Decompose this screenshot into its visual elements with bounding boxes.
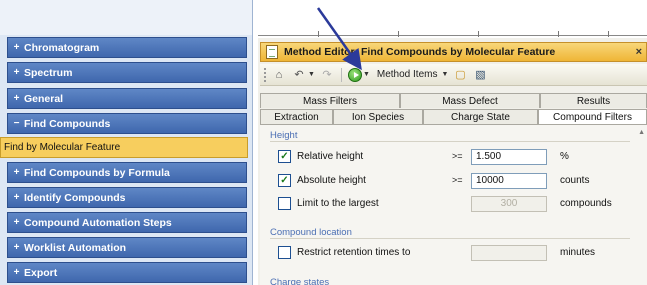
section-divider xyxy=(270,141,630,142)
chevron-down-icon[interactable]: ▼ xyxy=(441,71,448,78)
limit-largest-input[interactable]: 300 xyxy=(471,196,547,212)
restrict-rt-label: Restrict retention times to xyxy=(297,247,411,258)
tab-mass-filters[interactable]: Mass Filters xyxy=(260,93,400,108)
section-title-compound-location: Compound location xyxy=(270,227,352,238)
nav-item-find-compounds[interactable]: − Find Compounds xyxy=(7,113,247,134)
expand-icon: + xyxy=(13,192,20,203)
collapse-icon: − xyxy=(13,118,20,129)
tab-mass-defect[interactable]: Mass Defect xyxy=(400,93,540,108)
tab-charge-state[interactable]: Charge State xyxy=(423,109,538,124)
method-items-menu[interactable]: Method Items xyxy=(374,69,441,80)
expand-icon: + xyxy=(13,42,20,53)
tab-compound-filters[interactable]: Compound Filters xyxy=(538,109,647,124)
nav-item-label: Identify Compounds xyxy=(24,191,126,204)
restrict-rt-input[interactable] xyxy=(471,245,547,261)
open-folder-icon[interactable]: ▢ xyxy=(452,67,468,83)
tab-results[interactable]: Results xyxy=(540,93,647,108)
relative-height-row: ✓ Relative height >= 1.500 % xyxy=(278,149,638,165)
ruler-tick xyxy=(318,31,319,37)
home-icon[interactable]: ⌂ xyxy=(271,67,287,83)
background-strip xyxy=(258,0,647,38)
nav-item-export[interactable]: + Export xyxy=(7,262,247,283)
absolute-height-checkbox[interactable]: ✓ xyxy=(278,174,291,187)
absolute-height-label: Absolute height xyxy=(297,175,366,186)
window-title: Method Editor: Find Compounds by Molecul… xyxy=(284,46,556,58)
nav-item-label: Worklist Automation xyxy=(24,241,127,254)
section-title-charge-states: Charge states xyxy=(270,277,330,285)
expand-icon: + xyxy=(13,267,20,278)
close-icon[interactable]: × xyxy=(636,46,642,58)
expand-icon: + xyxy=(13,93,20,104)
ruler-tick xyxy=(478,31,479,37)
nav-item-find-compounds-by-formula[interactable]: + Find Compounds by Formula xyxy=(7,162,247,183)
expand-icon: + xyxy=(13,217,20,228)
nav-subitem-find-by-molecular-feature[interactable]: Find by Molecular Feature xyxy=(0,137,248,158)
nav-item-label: Chromatogram xyxy=(24,41,100,54)
relative-height-label: Relative height xyxy=(297,151,364,162)
operator-label: >= xyxy=(452,175,463,185)
tab-row-1: Mass Filters Mass Defect Results xyxy=(260,93,647,108)
tab-ion-species[interactable]: Ion Species xyxy=(333,109,423,124)
expand-icon: + xyxy=(13,167,20,178)
ruler-line xyxy=(258,35,647,38)
nav-item-general[interactable]: + General xyxy=(7,88,247,109)
method-toolbar: ⌂ ↶ ▼ ↷ ▼ Method Items ▼ ▢ ▧ xyxy=(260,64,647,86)
nav-item-identify-compounds[interactable]: + Identify Compounds xyxy=(7,187,247,208)
redo-icon[interactable]: ↷ xyxy=(319,67,335,83)
unit-label: minutes xyxy=(560,247,596,258)
nav-item-compound-automation-steps[interactable]: + Compound Automation Steps xyxy=(7,212,247,233)
restrict-rt-checkbox[interactable] xyxy=(278,246,291,259)
unit-label: compounds xyxy=(560,198,612,209)
save-icon[interactable]: ▧ xyxy=(472,67,488,83)
limit-largest-label: Limit to the largest xyxy=(297,198,379,209)
unit-label: % xyxy=(560,151,569,162)
toolbar-separator xyxy=(340,67,342,82)
relative-height-checkbox[interactable]: ✓ xyxy=(278,150,291,163)
nav-item-label: Find Compounds xyxy=(24,117,111,130)
expand-icon: + xyxy=(13,242,20,253)
method-editor-window: Method Editor: Find Compounds by Molecul… xyxy=(258,0,647,285)
limit-largest-checkbox[interactable] xyxy=(278,197,291,210)
operator-label: >= xyxy=(452,151,463,161)
relative-height-input[interactable]: 1.500 xyxy=(471,149,547,165)
ruler-tick xyxy=(608,31,609,37)
nav-item-spectrum[interactable]: + Spectrum xyxy=(7,62,247,83)
absolute-height-row: ✓ Absolute height >= 10000 counts xyxy=(278,173,638,189)
scroll-up-icon[interactable]: ▲ xyxy=(638,129,645,136)
document-icon xyxy=(266,45,278,59)
tab-extraction[interactable]: Extraction xyxy=(260,109,333,124)
nav-item-label: Export xyxy=(24,266,58,279)
limit-largest-row: Limit to the largest 300 compounds xyxy=(278,196,638,212)
section-title-height: Height xyxy=(270,130,298,141)
run-icon[interactable] xyxy=(347,67,362,82)
nav-item-label: Find Compounds by Formula xyxy=(24,166,170,179)
compound-filters-panel: ▲ Height ✓ Relative height >= 1.500 % ✓ … xyxy=(260,124,647,285)
nav-item-worklist-automation[interactable]: + Worklist Automation xyxy=(7,237,247,258)
section-divider xyxy=(270,238,630,239)
restrict-rt-row: Restrict retention times to minutes xyxy=(278,245,638,261)
expand-icon: + xyxy=(13,67,20,78)
toolbar-grip[interactable] xyxy=(264,67,267,82)
navigation-pane: + Chromatogram + Spectrum + General − Fi… xyxy=(0,0,253,285)
nav-item-chromatogram[interactable]: + Chromatogram xyxy=(7,37,247,58)
nav-header-area xyxy=(0,0,252,35)
nav-item-label: General xyxy=(24,92,64,105)
undo-icon[interactable]: ↶ xyxy=(291,67,307,83)
nav-item-label: Compound Automation Steps xyxy=(24,216,172,229)
nav-item-label: Spectrum xyxy=(24,66,73,79)
absolute-height-input[interactable]: 10000 xyxy=(471,173,547,189)
chevron-down-icon[interactable]: ▼ xyxy=(308,71,315,78)
ruler-tick xyxy=(558,31,559,37)
ruler-tick xyxy=(398,31,399,37)
unit-label: counts xyxy=(560,175,590,186)
window-titlebar[interactable]: Method Editor: Find Compounds by Molecul… xyxy=(260,42,647,62)
chevron-down-icon[interactable]: ▼ xyxy=(363,71,370,78)
tab-row-2: Extraction Ion Species Charge State Comp… xyxy=(260,109,647,124)
